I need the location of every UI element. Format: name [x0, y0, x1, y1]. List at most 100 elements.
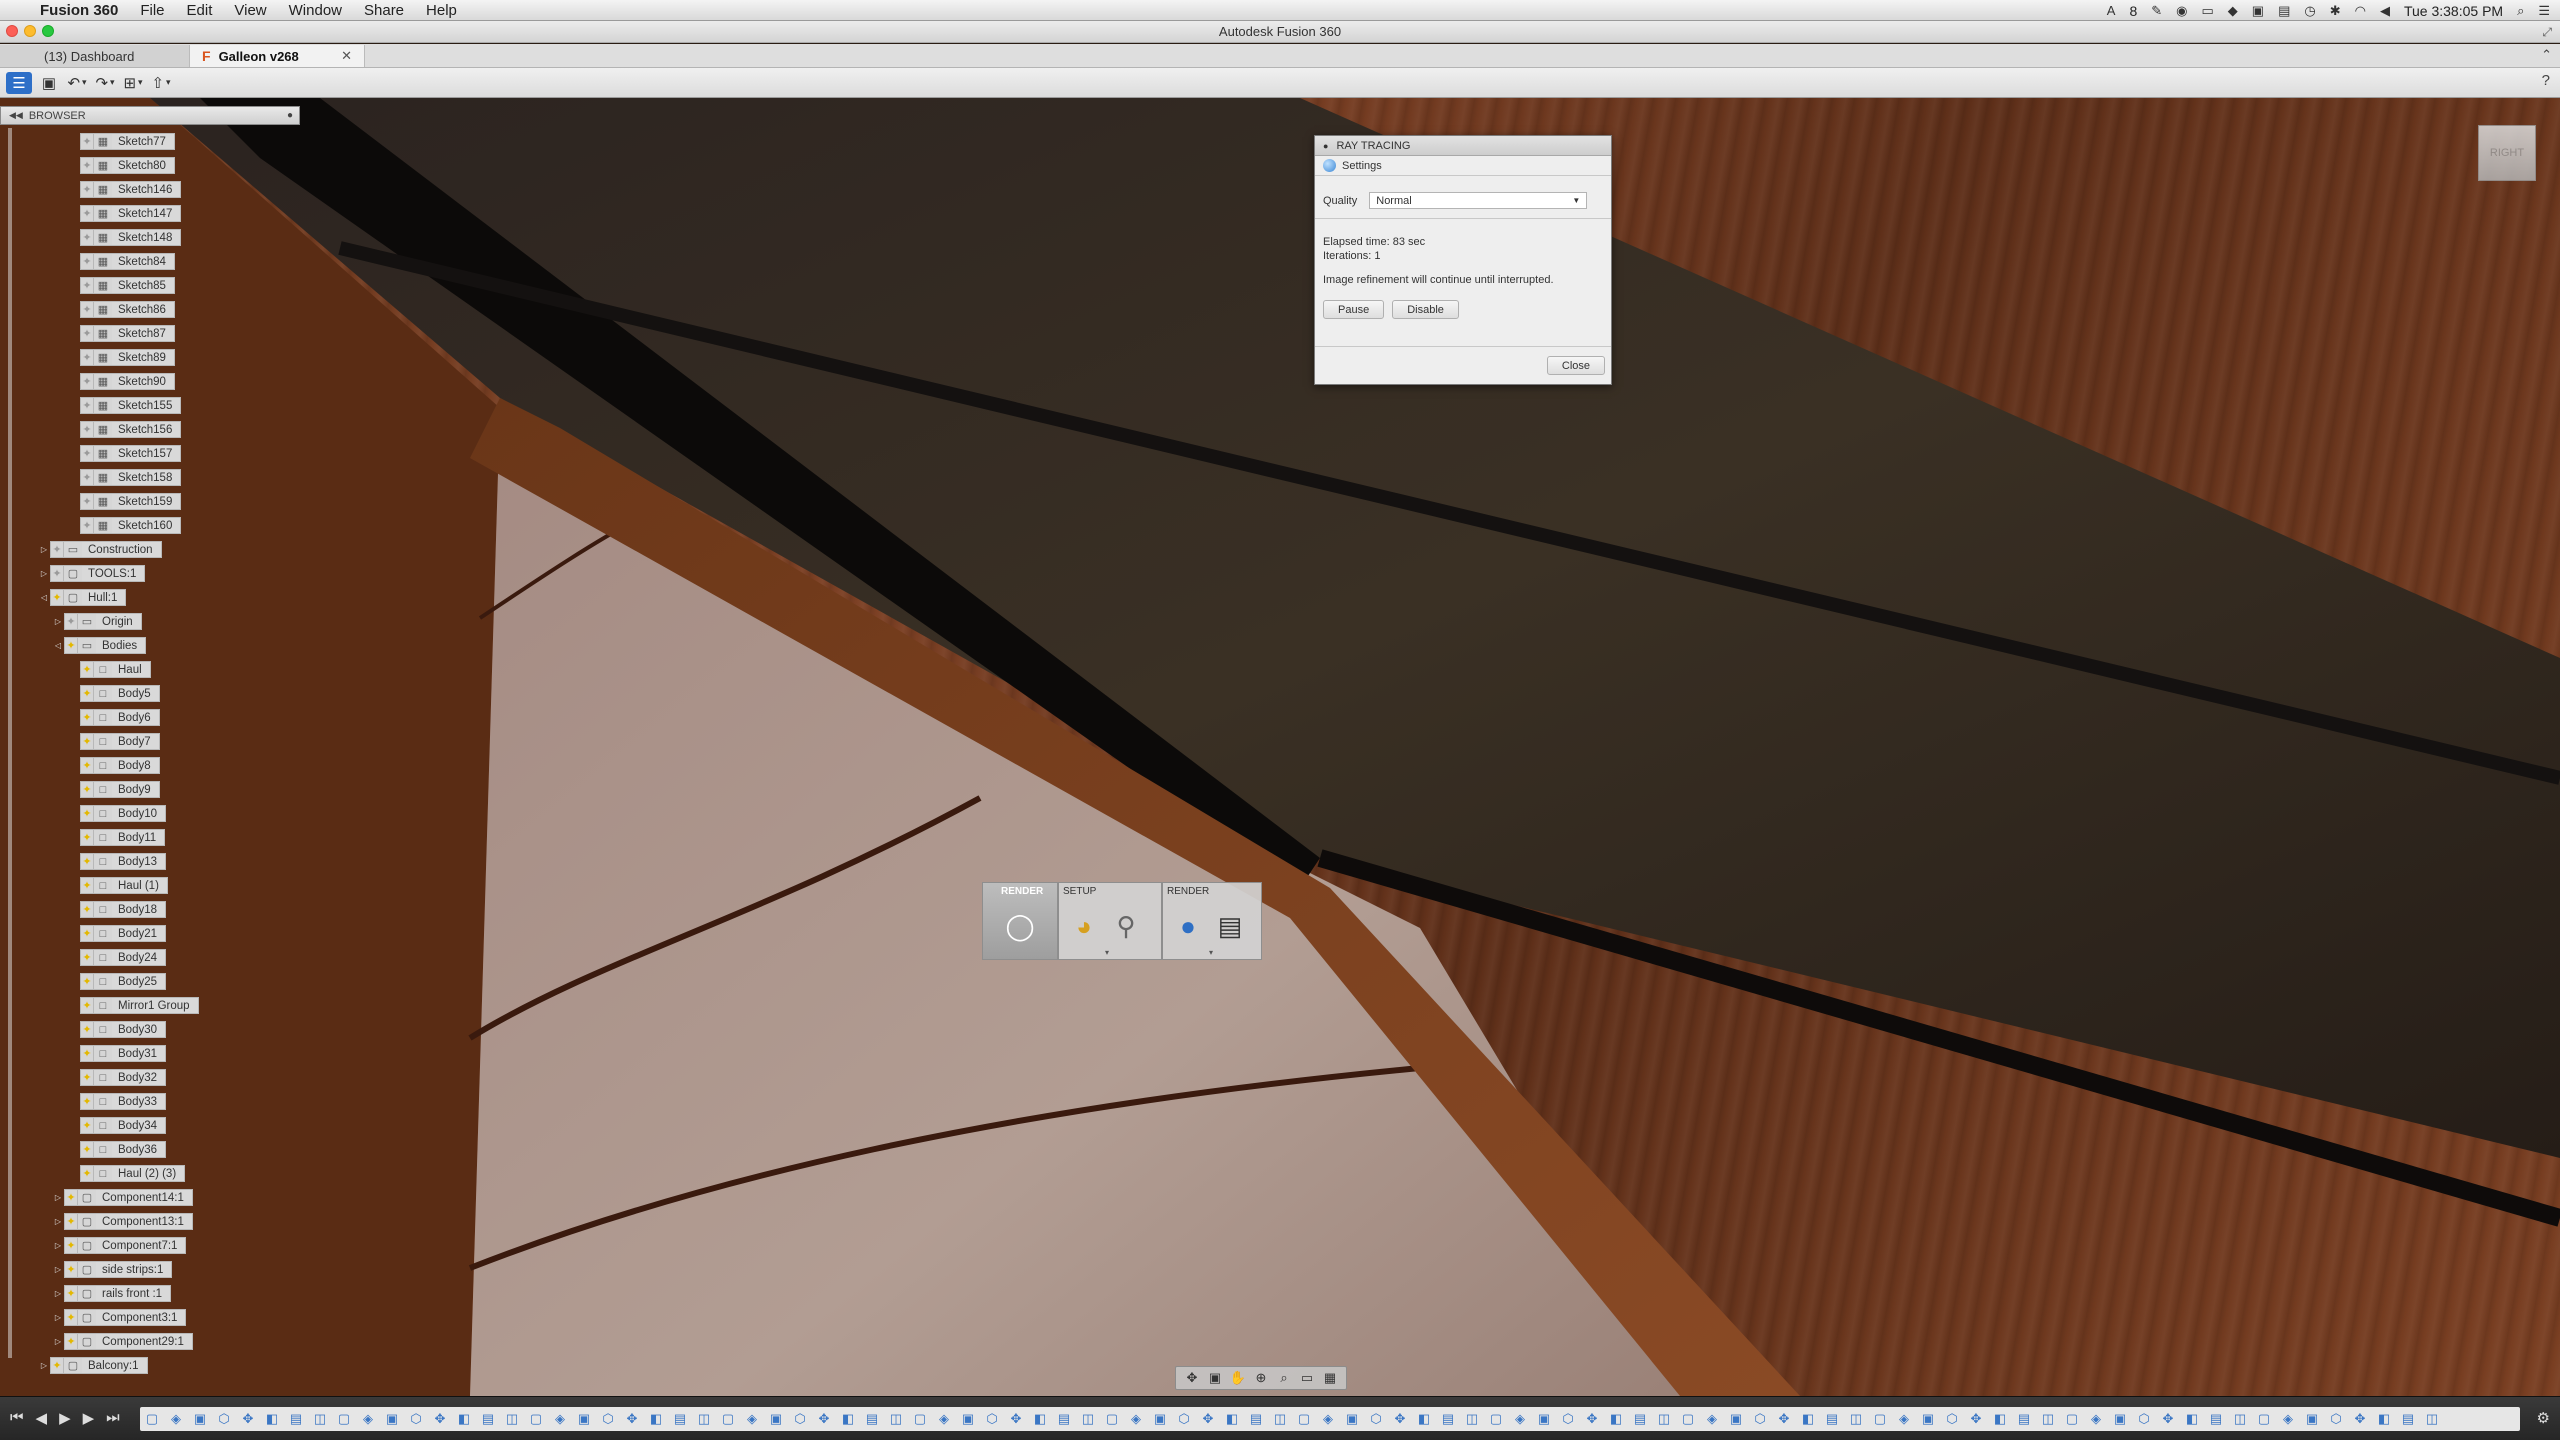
timeline-feature-icon[interactable]: ◈ [356, 1411, 380, 1427]
visibility-bulb-icon[interactable]: ✦ [64, 637, 78, 654]
timeline-feature-icon[interactable]: ▤ [860, 1411, 884, 1427]
data-panel-button[interactable]: ☰ [6, 71, 32, 94]
timeline-feature-icon[interactable]: ▣ [1532, 1411, 1556, 1427]
browser-node[interactable]: ▷ ✦ ▢ Component29:1 [52, 1332, 193, 1351]
timeline-feature-icon[interactable]: ◧ [1796, 1411, 1820, 1427]
dialog-header[interactable]: ● RAY TRACING [1315, 136, 1611, 156]
timeline-feature-icon[interactable]: ▣ [2300, 1411, 2324, 1427]
timeline-feature-icon[interactable]: ◫ [2420, 1411, 2444, 1427]
visibility-bulb-icon[interactable]: ✦ [80, 661, 94, 678]
timeline-feature-icon[interactable]: ⬡ [212, 1411, 236, 1427]
browser-node[interactable]: ✦ ▦ Sketch90 [80, 372, 175, 391]
browser-node[interactable]: ▷ ✦ ▢ Component7:1 [52, 1236, 187, 1255]
visibility-bulb-icon[interactable]: ✦ [80, 1117, 94, 1134]
timeline-feature-icon[interactable]: ✥ [1580, 1411, 1604, 1427]
visibility-bulb-icon[interactable]: ✦ [50, 565, 64, 582]
visibility-bulb-icon[interactable]: ✦ [80, 1021, 94, 1038]
timeline-feature-icon[interactable]: ▣ [1724, 1411, 1748, 1427]
browser-node[interactable]: ✦ □ Body30 [80, 1020, 167, 1039]
visibility-bulb-icon[interactable]: ✦ [80, 829, 94, 846]
browser-node[interactable]: ✦ ▦ Sketch160 [80, 516, 182, 535]
visibility-bulb-icon[interactable]: ✦ [64, 1213, 78, 1230]
timeline-feature-icon[interactable]: ⬡ [980, 1411, 1004, 1427]
timeline-feature-icon[interactable]: ▢ [140, 1411, 164, 1427]
notification-count-badge[interactable]: 8 [2129, 3, 2137, 19]
visibility-bulb-icon[interactable]: ✦ [80, 517, 94, 534]
go-to-end-icon[interactable]: ⏭ [106, 1409, 120, 1427]
visibility-bulb-icon[interactable]: ✦ [80, 277, 94, 294]
timeline-feature-icon[interactable]: ▢ [332, 1411, 356, 1427]
disable-button[interactable]: Disable [1392, 300, 1459, 319]
help-icon[interactable]: ? [2542, 72, 2550, 89]
browser-node[interactable]: ✦ ▦ Sketch159 [80, 492, 182, 511]
timeline-track[interactable]: ▢ ◈ ▣ ⬡ ✥ ◧ ▤ ◫ ▢ ◈ ▣ ⬡ ✥ ◧ ▤ ◫ ▢ ◈ ▣ ⬡ ✥ ◧ ▤ ◫ ▢ ◈ ▣ ⬡ ✥ ◧ ▤ ◫ ▢ ◈ ▣ ⬡ ✥ ◧ ▤ ◫… [140, 1407, 2520, 1431]
visibility-bulb-icon[interactable]: ✦ [64, 1309, 78, 1326]
timeline-feature-icon[interactable]: ▢ [1100, 1411, 1124, 1427]
browser-node[interactable]: ✦ ▦ Sketch158 [80, 468, 182, 487]
timeline-feature-icon[interactable]: ▢ [1292, 1411, 1316, 1427]
browser-node[interactable]: ✦ □ Body21 [80, 924, 167, 943]
capture-image-icon[interactable]: ▤ [1213, 909, 1247, 943]
visibility-bulb-icon[interactable]: ✦ [80, 925, 94, 942]
visibility-bulb-icon[interactable]: ✦ [80, 253, 94, 270]
close-window-button[interactable] [6, 25, 18, 37]
visibility-bulb-icon[interactable]: ✦ [80, 1141, 94, 1158]
timeline-feature-icon[interactable]: ▢ [1484, 1411, 1508, 1427]
menu-share[interactable]: Share [364, 2, 404, 19]
browser-node[interactable]: ✦ □ Body24 [80, 948, 167, 967]
pin-icon[interactable]: ● [287, 110, 293, 121]
menu-file[interactable]: File [140, 2, 164, 19]
visibility-bulb-icon[interactable]: ✦ [80, 229, 94, 246]
visibility-bulb-icon[interactable]: ✦ [80, 949, 94, 966]
browser-node[interactable]: ✦ ▦ Sketch87 [80, 324, 175, 343]
timeline-feature-icon[interactable]: ▢ [716, 1411, 740, 1427]
timeline-feature-icon[interactable]: ◧ [836, 1411, 860, 1427]
evernote-icon[interactable]: ✎ [2151, 3, 2162, 19]
go-to-start-icon[interactable]: ⏮ [10, 1409, 24, 1427]
timeline-feature-icon[interactable]: ⬡ [788, 1411, 812, 1427]
timeline-feature-icon[interactable]: ▣ [1148, 1411, 1172, 1427]
timeline-feature-icon[interactable]: ▤ [1820, 1411, 1844, 1427]
workspace-button[interactable]: ⊞ ▾ [122, 72, 144, 94]
timeline-feature-icon[interactable]: ◧ [2372, 1411, 2396, 1427]
visibility-bulb-icon[interactable]: ✦ [80, 133, 94, 150]
camera-icon[interactable]: ▣ [2252, 3, 2264, 19]
timeline-feature-icon[interactable]: ▤ [1052, 1411, 1076, 1427]
timeline-feature-icon[interactable]: ◫ [308, 1411, 332, 1427]
timeline-feature-icon[interactable]: ◫ [1844, 1411, 1868, 1427]
browser-node[interactable]: ◁ ✦ ▢ Hull:1 [38, 588, 127, 607]
browser-node[interactable]: ✦ □ Body7 [80, 732, 160, 751]
timeline-feature-icon[interactable]: ✥ [1772, 1411, 1796, 1427]
zoom-icon[interactable]: ⌕ [1274, 1370, 1294, 1386]
browser-node[interactable]: ✦ ▦ Sketch84 [80, 252, 175, 271]
scene-settings-icon[interactable]: ⚲ [1109, 909, 1143, 943]
visibility-bulb-icon[interactable]: ✦ [80, 469, 94, 486]
visibility-bulb-icon[interactable]: ✦ [64, 1285, 78, 1302]
timeline-feature-icon[interactable]: ⬡ [1364, 1411, 1388, 1427]
timeline-feature-icon[interactable]: ⬡ [1940, 1411, 1964, 1427]
browser-node[interactable]: ✦ □ Body25 [80, 972, 167, 991]
visibility-bulb-icon[interactable]: ✦ [50, 589, 64, 606]
visibility-bulb-icon[interactable]: ✦ [80, 445, 94, 462]
timeline-feature-icon[interactable]: ▤ [1436, 1411, 1460, 1427]
timeline-feature-icon[interactable]: ✥ [812, 1411, 836, 1427]
visibility-bulb-icon[interactable]: ✦ [80, 301, 94, 318]
timeline-feature-icon[interactable]: ▢ [524, 1411, 548, 1427]
timeline-feature-icon[interactable]: ◧ [644, 1411, 668, 1427]
wifi-icon[interactable]: ◠ [2355, 3, 2366, 19]
visibility-bulb-icon[interactable]: ✦ [80, 493, 94, 510]
browser-node[interactable]: ✦ ▦ Sketch148 [80, 228, 182, 247]
visibility-bulb-icon[interactable]: ✦ [80, 181, 94, 198]
step-forward-icon[interactable]: ▶ [83, 1409, 95, 1427]
timeline-feature-icon[interactable]: ⬡ [1172, 1411, 1196, 1427]
share-button[interactable]: ⇧ ▾ [150, 72, 172, 94]
workspace-switcher[interactable]: RENDER ◯ [982, 882, 1058, 960]
browser-node[interactable]: ▷ ✦ ▢ rails front :1 [52, 1284, 172, 1303]
expand-arrow-icon[interactable]: ▷ [52, 1193, 64, 1202]
browser-node[interactable]: ✦ □ Body36 [80, 1140, 167, 1159]
timeline-feature-icon[interactable]: ✥ [1964, 1411, 1988, 1427]
collapse-arrow-icon[interactable]: ◁ [38, 593, 50, 602]
timeline-feature-icon[interactable]: ✥ [1196, 1411, 1220, 1427]
timeline-feature-icon[interactable]: ⬡ [596, 1411, 620, 1427]
timeline-feature-icon[interactable]: ✥ [236, 1411, 260, 1427]
